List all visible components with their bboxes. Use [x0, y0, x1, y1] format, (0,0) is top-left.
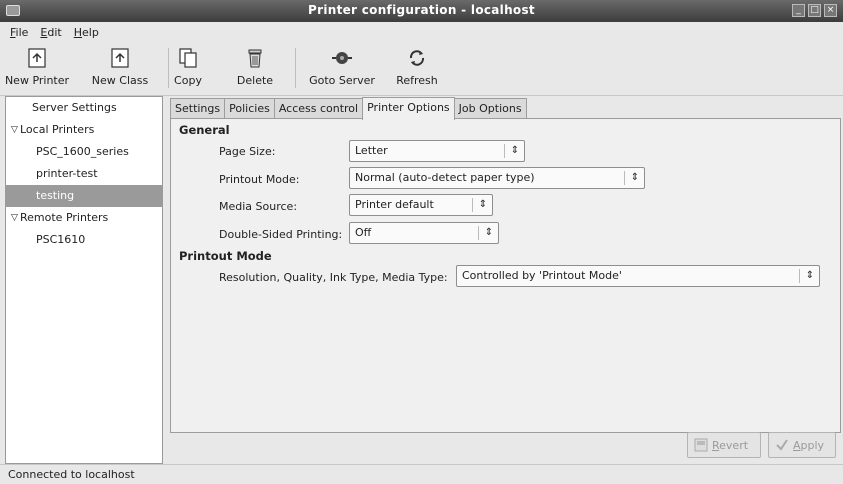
- spin-arrows-icon: ⇕: [478, 199, 488, 210]
- toolbar-separator: [295, 48, 296, 88]
- new-class-button[interactable]: New Class: [74, 45, 166, 93]
- minimize-icon[interactable]: _: [792, 4, 805, 17]
- close-icon[interactable]: ×: [824, 4, 837, 17]
- spin-arrows-icon: ⇕: [630, 172, 640, 183]
- apply-button[interactable]: Apply: [768, 432, 836, 458]
- goto-server-icon: [331, 47, 353, 69]
- tab-job-options[interactable]: Job Options: [453, 98, 527, 119]
- tree-item-psc-1600-series[interactable]: PSC_1600_series: [6, 141, 162, 163]
- page-size-label: Page Size:: [219, 145, 276, 158]
- printout-mode-select[interactable]: Normal (auto-detect paper type) ⇕: [349, 167, 645, 189]
- menu-file[interactable]: File: [4, 26, 34, 39]
- delete-button[interactable]: Delete: [232, 45, 278, 93]
- page-size-select[interactable]: Letter ⇕: [349, 140, 525, 162]
- expander-down-icon[interactable]: ▽: [11, 119, 18, 141]
- spin-arrows-icon: ⇕: [805, 270, 815, 281]
- delete-icon: [244, 47, 266, 69]
- double-sided-select[interactable]: Off ⇕: [349, 222, 499, 244]
- status-bar: Connected to localhost: [0, 464, 843, 484]
- copy-button[interactable]: Copy: [170, 45, 206, 93]
- toolbar-separator: [168, 48, 169, 88]
- printout-mode-label: Printout Mode:: [219, 173, 300, 186]
- media-source-label: Media Source:: [219, 200, 298, 213]
- new-printer-button[interactable]: New Printer: [2, 45, 72, 93]
- tree-item-remote-printers[interactable]: ▽ Remote Printers: [6, 207, 162, 229]
- refresh-button[interactable]: Refresh: [390, 45, 444, 93]
- tree-item-printer-test[interactable]: printer-test: [6, 163, 162, 185]
- new-printer-icon: [26, 47, 48, 69]
- double-sided-label: Double-Sided Printing:: [219, 228, 343, 241]
- tab-settings[interactable]: Settings: [170, 98, 226, 119]
- printer-options-panel: General Page Size: Letter ⇕ Printout Mod…: [170, 118, 841, 433]
- tab-access-control[interactable]: Access control: [273, 98, 364, 119]
- toolbar: New Printer New Class Copy Delete Goto S…: [0, 42, 843, 96]
- maximize-icon[interactable]: □: [808, 4, 821, 17]
- section-title-general: General: [179, 123, 230, 137]
- tab-printer-options[interactable]: Printer Options: [362, 97, 455, 120]
- tab-bar: Settings Policies Access control Printer…: [170, 97, 527, 120]
- window-titlebar[interactable]: Printer configuration - localhost _ □ ×: [0, 0, 843, 22]
- revert-button[interactable]: Revert: [687, 432, 761, 458]
- tab-policies[interactable]: Policies: [224, 98, 275, 119]
- spin-arrows-icon: ⇕: [510, 145, 520, 156]
- printer-tree[interactable]: Server Settings ▽ Local Printers PSC_1600…: [5, 96, 163, 464]
- menubar: File Edit Help: [0, 22, 843, 42]
- menu-edit[interactable]: Edit: [34, 26, 67, 39]
- tree-item-local-printers[interactable]: ▽ Local Printers: [6, 119, 162, 141]
- window-title: Printer configuration - localhost: [308, 3, 535, 17]
- checkmark-icon: [776, 439, 788, 451]
- copy-icon: [177, 47, 199, 69]
- media-source-select[interactable]: Printer default ⇕: [349, 194, 493, 216]
- goto-server-button[interactable]: Goto Server: [306, 45, 378, 93]
- new-class-icon: [109, 47, 131, 69]
- tree-item-psc1610[interactable]: PSC1610: [6, 229, 162, 251]
- expander-down-icon[interactable]: ▽: [11, 207, 18, 229]
- tree-item-testing[interactable]: testing: [6, 185, 162, 207]
- menu-help[interactable]: Help: [68, 26, 105, 39]
- tree-item-server-settings[interactable]: Server Settings: [6, 97, 162, 119]
- resolution-select[interactable]: Controlled by 'Printout Mode' ⇕: [456, 265, 820, 287]
- spin-arrows-icon: ⇕: [484, 227, 494, 238]
- revert-icon: [694, 438, 708, 452]
- section-title-printout-mode: Printout Mode: [179, 249, 272, 263]
- refresh-icon: [406, 47, 428, 69]
- resolution-label: Resolution, Quality, Ink Type, Media Typ…: [219, 271, 448, 284]
